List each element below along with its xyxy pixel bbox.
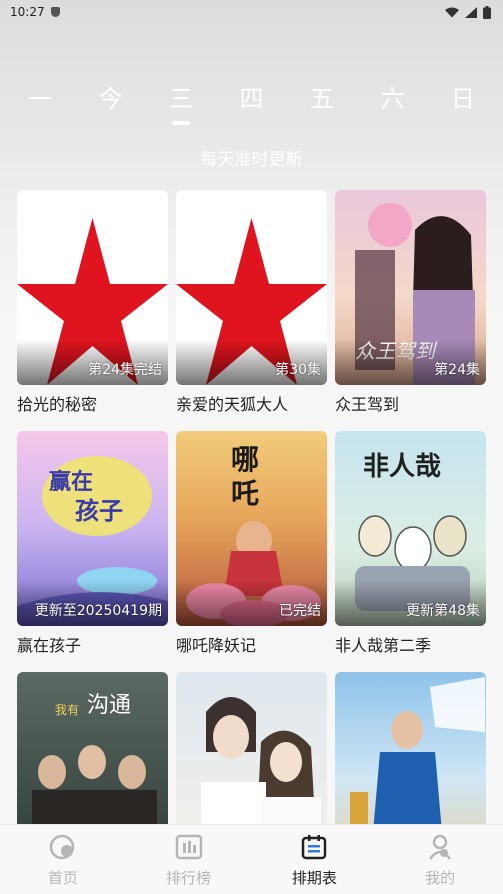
svg-text:非人哉: 非人哉: [363, 452, 441, 482]
show-title: 众王驾到: [335, 395, 400, 414]
show-card[interactable]: 第24集完结 拾光的秘密: [17, 190, 168, 431]
day-tab-wed[interactable]: 三: [163, 84, 199, 128]
day-tab-fri[interactable]: 五: [304, 84, 340, 128]
schedule-grid: 第24集完结 拾光的秘密 第30集 亲爱的天狐大人 众王驾到 第24集: [17, 190, 487, 894]
status-bar: 10:27: [0, 0, 503, 24]
show-card[interactable]: 众王驾到 第24集 众王驾到: [335, 190, 486, 431]
tab-home[interactable]: 首页: [18, 825, 108, 894]
svg-text:哪: 哪: [231, 443, 259, 476]
poster-image: 赢在 孩子 更新至20250419期: [17, 431, 168, 626]
show-title: 拾光的秘密: [17, 395, 98, 414]
svg-text:沟通: 沟通: [87, 693, 131, 718]
battery-icon: [483, 5, 491, 19]
tab-label: 排行榜: [166, 869, 212, 887]
day-tab-sun[interactable]: 日: [445, 84, 481, 128]
poster-placeholder: 第30集: [176, 190, 327, 385]
poster-image: 哪 吒 已完结: [176, 431, 327, 626]
svg-text:我有: 我有: [55, 703, 79, 717]
poster-placeholder: 第24集完结: [17, 190, 168, 385]
signal-icon: [465, 6, 477, 18]
show-card[interactable]: 第30集 亲爱的天狐大人: [176, 190, 327, 431]
show-card[interactable]: 哪 吒 已完结 哪吒降妖记: [176, 431, 327, 672]
poster-image: 非人哉 更新第48集: [335, 431, 486, 626]
day-tab-mon[interactable]: 一: [22, 84, 58, 128]
active-day-indicator: [172, 121, 190, 125]
day-tab-thu[interactable]: 四: [234, 84, 270, 128]
show-title: 赢在孩子: [17, 636, 82, 655]
episode-badge: 第24集: [434, 362, 480, 378]
show-card[interactable]: 赢在 孩子 更新至20250419期 赢在孩子: [17, 431, 168, 672]
episode-badge: 更新至20250419期: [34, 603, 162, 619]
schedule-subtitle: 每天准时更新: [200, 150, 303, 170]
show-title: 哪吒降妖记: [176, 636, 257, 655]
profile-icon: [429, 834, 452, 860]
episode-badge: 已完结: [279, 603, 321, 619]
day-tab-sat[interactable]: 六: [375, 84, 411, 128]
show-card[interactable]: 非人哉 更新第48集 非人哉第二季: [335, 431, 486, 672]
poster-image: 众王驾到 第24集: [335, 190, 486, 385]
tab-label: 我的: [425, 869, 456, 887]
episode-badge: 第24集完结: [88, 362, 162, 378]
ranking-icon: [175, 834, 202, 860]
status-time: 10:27: [10, 5, 45, 19]
tab-schedule[interactable]: 排期表: [269, 825, 359, 894]
episode-badge: 第30集: [275, 362, 321, 378]
svg-text:吒: 吒: [231, 477, 259, 510]
tab-label: 排期表: [291, 869, 337, 887]
tab-ranking[interactable]: 排行榜: [144, 825, 234, 894]
bottom-tab-bar: 首页 排行榜 排期表 我的: [0, 824, 503, 894]
svg-text:孩子: 孩子: [75, 497, 123, 525]
show-title: 亲爱的天狐大人: [176, 395, 289, 414]
svg-text:赢在: 赢在: [49, 469, 93, 495]
show-title: 非人哉第二季: [335, 636, 432, 655]
wifi-icon: [445, 7, 459, 17]
weekday-tabs: 一 今 三 四 五 六 日: [0, 84, 503, 128]
tab-label: 首页: [47, 869, 78, 887]
shield-icon: [50, 7, 60, 17]
day-tab-today[interactable]: 今: [93, 84, 129, 128]
calendar-icon: [302, 835, 327, 860]
home-icon: [49, 834, 75, 860]
tab-profile[interactable]: 我的: [395, 825, 485, 894]
episode-badge: 更新第48集: [406, 603, 480, 619]
